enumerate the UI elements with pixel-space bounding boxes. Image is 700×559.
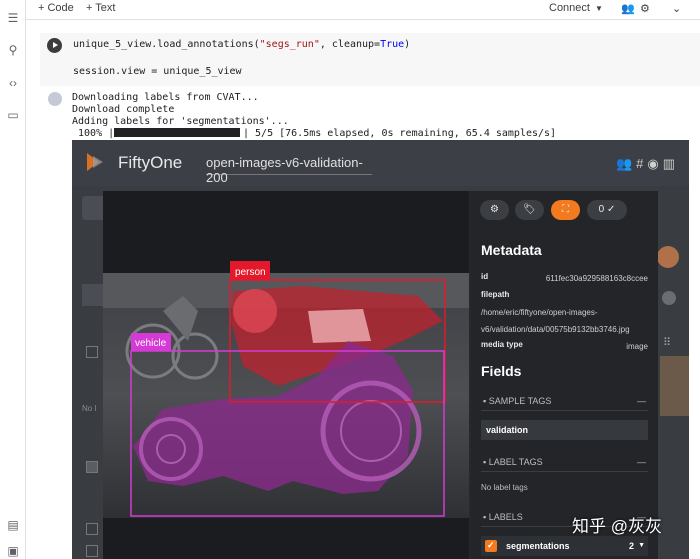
command-palette-icon[interactable]: ▤: [5, 517, 21, 533]
collapse-chevron-icon[interactable]: ⌄: [672, 2, 681, 15]
sidebar-checkbox[interactable]: [86, 523, 98, 535]
sidebar-checkbox[interactable]: [86, 346, 98, 358]
metadata-filepath-key: filepath: [481, 290, 510, 299]
watermark: 知乎 @灰灰: [572, 517, 662, 536]
image-viewer[interactable]: person vehicle: [103, 191, 469, 559]
run-cell-button[interactable]: [47, 38, 62, 53]
output-line-3: Adding labels for 'segmentations'...: [72, 116, 289, 127]
metadata-media-type-key: media type: [481, 340, 523, 349]
settings-gear-icon[interactable]: ⚙: [480, 200, 509, 220]
fiftyone-logo-icon: [87, 153, 103, 171]
metadata-filepath-line1: /home/eric/fiftyone/open-images-: [481, 308, 598, 317]
connect-button[interactable]: Connect: [549, 2, 590, 14]
colab-toolbar: + Code + Text Connect ▼ 👥 ⚙ ⌄: [26, 0, 700, 20]
labels-icon: ▪: [483, 512, 487, 522]
table-of-contents-icon[interactable]: ☰: [5, 10, 21, 26]
settings-gear-icon[interactable]: ⚙: [640, 2, 650, 15]
search-icon[interactable]: ⚲: [5, 42, 21, 58]
team-icon[interactable]: 👥: [616, 156, 636, 171]
sidebar-checkbox[interactable]: [86, 545, 98, 557]
person-label: person: [235, 267, 266, 278]
header-icons: 👥#◉▥: [616, 156, 679, 172]
terminal-icon[interactable]: ▣: [5, 543, 21, 559]
fiftyone-header: FiftyOne open-images-v6-validation-200 👥…: [72, 140, 689, 186]
sample-image: person vehicle: [103, 261, 469, 518]
github-icon[interactable]: ◉: [647, 156, 662, 171]
tag-icon[interactable]: 🏷: [515, 200, 544, 220]
output-line-1: Downloading labels from CVAT...: [72, 92, 259, 103]
docs-book-icon[interactable]: ▥: [663, 156, 679, 171]
output-avatar-icon: [48, 92, 62, 106]
slack-icon[interactable]: #: [636, 156, 647, 171]
sample-tags-label: SAMPLE TAGS: [488, 396, 552, 406]
labels-label: LABELS: [488, 512, 523, 522]
segmentations-label: segmentations: [506, 541, 570, 551]
metadata-heading: Metadata: [481, 242, 542, 258]
no-label-tags-text: No label tags: [481, 483, 528, 492]
label-tags-section[interactable]: ▪ LABEL TAGS —: [481, 452, 648, 472]
segmentations-count: 2: [628, 541, 634, 551]
collapse-icon[interactable]: —: [637, 452, 646, 472]
label-tags-label: LABEL TAGS: [488, 457, 543, 467]
progress-percent: 100% |: [72, 128, 115, 139]
sample-tags-section[interactable]: ▪ SAMPLE TAGS —: [481, 391, 648, 411]
share-users-icon[interactable]: 👥: [621, 2, 635, 15]
vehicle-label: vehicle: [135, 338, 167, 349]
add-code-button[interactable]: + Code: [38, 2, 74, 14]
connect-dropdown-icon[interactable]: ▼: [595, 4, 603, 13]
grid-action-button[interactable]: [657, 246, 679, 268]
tag-icon: ▪: [483, 457, 487, 467]
segmentations-checkbox[interactable]: [485, 535, 497, 555]
dataset-selector[interactable]: open-images-v6-validation-200: [206, 153, 372, 185]
grid-size-icon[interactable]: ⠿: [663, 336, 675, 349]
tagged-count-toggle[interactable]: 0 ✓: [587, 200, 627, 220]
sidebar-no-label: No l: [82, 404, 97, 413]
fit-image-icon[interactable]: ⛶: [551, 200, 580, 220]
output-line-2: Download complete: [72, 104, 175, 115]
sidebar-checkbox[interactable]: [86, 461, 98, 473]
folder-icon[interactable]: ▭: [5, 107, 21, 123]
code-line-2: session.view = unique_5_view: [73, 66, 242, 77]
collapse-icon[interactable]: —: [637, 391, 646, 411]
metadata-media-type-value: image: [626, 342, 648, 351]
sample-tag-chip[interactable]: validation: [481, 420, 648, 440]
progress-bar: [114, 128, 240, 137]
segmentations-field-row[interactable]: segmentations 2 ▼: [481, 535, 648, 556]
progress-status: | 5/5 [76.5ms elapsed, 0s remaining, 65.…: [243, 128, 557, 139]
expand-chevron-icon[interactable]: ▼: [638, 536, 645, 556]
metadata-id-key: id: [481, 272, 489, 281]
help-icon[interactable]: [662, 291, 676, 305]
fields-heading: Fields: [481, 363, 522, 379]
fiftyone-title: FiftyOne: [118, 153, 183, 172]
colab-left-rail: ☰ ⚲ ‹› ▭ ▤ ▣: [0, 0, 26, 559]
code-line-1: unique_5_view.load_annotations("segs_run…: [73, 39, 411, 50]
metadata-filepath-line2: v6/validation/data/00575b9132bb3746.jpg: [481, 325, 630, 334]
tag-icon: ▪: [483, 396, 487, 406]
add-text-button[interactable]: + Text: [86, 2, 115, 14]
metadata-id-value: 611fec30a929588163c8ccee: [545, 274, 648, 283]
grid-thumbnail[interactable]: [660, 356, 689, 416]
code-snippets-icon[interactable]: ‹›: [5, 75, 21, 91]
